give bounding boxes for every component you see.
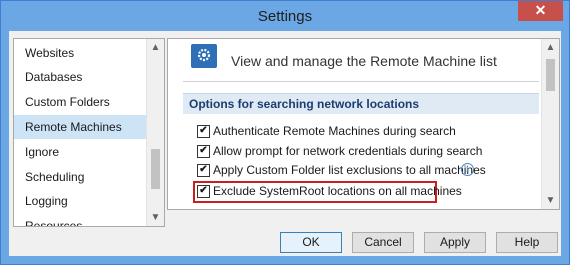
option-label[interactable]: Exclude SystemRoot locations on all mach… [213, 183, 462, 200]
remote-machines-panel: View and manage the Remote Machine list … [167, 38, 560, 210]
cancel-button[interactable]: Cancel [352, 232, 414, 253]
scroll-up-arrow-icon[interactable]: ▲ [147, 39, 164, 56]
apply-button[interactable]: Apply [424, 232, 486, 253]
gear-icon-glyph [197, 48, 211, 62]
checkbox-exclude-systemroot[interactable]: ✔ [197, 185, 210, 198]
checkbox-authenticate[interactable]: ✔ [197, 125, 210, 138]
ok-button[interactable]: OK [280, 232, 342, 253]
info-icon[interactable]: i [461, 163, 474, 176]
list-item-logging[interactable]: Logging [14, 189, 146, 213]
panel-header-title: View and manage the Remote Machine list [231, 53, 497, 69]
settings-category-list[interactable]: Websites Databases Custom Folders Remote… [13, 38, 165, 227]
scroll-up-arrow-icon[interactable]: ▲ [542, 39, 559, 56]
checkbox-allow-prompt[interactable]: ✔ [197, 145, 210, 158]
settings-window: Settings ✕ Websites Databases Custom Fol… [0, 0, 570, 265]
list-item-ignore[interactable]: Ignore [14, 140, 146, 164]
list-item-resources[interactable]: Resources [14, 214, 146, 226]
content-scrollbar[interactable]: ▲ ▼ [541, 39, 559, 209]
checkbox-apply-exclusions[interactable]: ✔ [197, 164, 210, 177]
help-button[interactable]: Help [496, 232, 558, 253]
list-item-databases[interactable]: Databases [14, 65, 146, 89]
list-item-remote-machines[interactable]: Remote Machines [14, 115, 146, 139]
option-label[interactable]: Authenticate Remote Machines during sear… [213, 123, 456, 140]
title-bar: Settings ✕ [1, 1, 569, 31]
option-label[interactable]: Allow prompt for network credentials dur… [213, 143, 482, 160]
section-title: Options for searching network locations [189, 97, 420, 111]
list-item-custom-folders[interactable]: Custom Folders [14, 90, 146, 114]
scroll-down-arrow-icon[interactable]: ▼ [147, 209, 164, 226]
close-button[interactable]: ✕ [518, 1, 563, 21]
scroll-down-arrow-icon[interactable]: ▼ [542, 192, 559, 209]
list-scrollbar[interactable]: ▲ ▼ [146, 39, 164, 226]
section-header: Options for searching network locations [183, 93, 539, 114]
list-item-websites[interactable]: Websites [14, 41, 146, 65]
header-divider [183, 81, 539, 82]
option-label[interactable]: Apply Custom Folder list exclusions to a… [213, 162, 486, 179]
dialog-body: Websites Databases Custom Folders Remote… [9, 31, 561, 256]
gear-icon [191, 44, 217, 68]
list-item-scheduling[interactable]: Scheduling [14, 165, 146, 189]
content-scroll-thumb[interactable] [546, 59, 555, 91]
list-scroll-thumb[interactable] [151, 149, 160, 189]
window-title: Settings [257, 8, 313, 25]
